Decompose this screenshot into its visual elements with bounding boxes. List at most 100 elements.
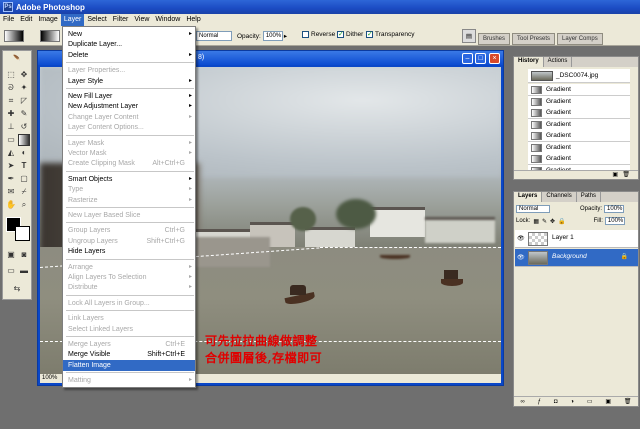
maximize-button[interactable]: □ bbox=[475, 53, 486, 64]
menu-select[interactable]: Select bbox=[84, 14, 109, 26]
hand-tool-icon[interactable]: ✋ bbox=[5, 199, 17, 211]
tab-paths[interactable]: Paths bbox=[577, 192, 602, 202]
history-state[interactable]: Gradient bbox=[528, 141, 630, 154]
shape-tool-icon[interactable]: ▢ bbox=[18, 173, 30, 185]
menu-view[interactable]: View bbox=[131, 14, 152, 26]
pen-tool-icon[interactable]: ✒ bbox=[5, 173, 17, 185]
magic-wand-icon[interactable]: ✦ bbox=[18, 82, 30, 94]
healing-brush-icon[interactable]: ✚ bbox=[5, 108, 17, 120]
menu-item-arrange[interactable]: Arrange ▸ bbox=[63, 262, 195, 273]
menu-item-new-layer-based-slice[interactable]: New Layer Based Slice bbox=[63, 210, 195, 221]
crop-tool-icon[interactable]: ⌗ bbox=[5, 95, 17, 107]
menu-item-align-layers-to-selection[interactable]: Align Layers To Selection ▸ bbox=[63, 272, 195, 283]
menu-item-select-linked-layers[interactable]: Select Linked Layers bbox=[63, 324, 195, 335]
opacity-input[interactable]: 100% bbox=[262, 31, 283, 41]
reverse-checkbox[interactable]: Reverse bbox=[302, 31, 335, 38]
new-layer-icon[interactable]: ▣ bbox=[605, 398, 611, 405]
tab-channels[interactable]: Channels bbox=[542, 192, 577, 202]
lock-all-icon[interactable]: 🔒 bbox=[558, 218, 565, 225]
zoom-tool-icon[interactable]: ⌕ bbox=[18, 199, 30, 211]
history-snapshot[interactable]: _DSC0074.jpg bbox=[528, 69, 630, 83]
blur-tool-icon[interactable]: ◭ bbox=[5, 147, 17, 159]
menu-file[interactable]: File bbox=[0, 14, 17, 26]
type-tool-icon[interactable]: T bbox=[18, 160, 30, 172]
adjustment-layer-icon[interactable]: ◑ bbox=[570, 399, 574, 405]
stamp-tool-icon[interactable]: ⊥ bbox=[5, 121, 17, 133]
eraser-tool-icon[interactable]: ▭ bbox=[5, 134, 17, 146]
menu-item-merge-layers[interactable]: Merge Layers Ctrl+E bbox=[63, 339, 195, 350]
visibility-eye-icon[interactable]: 👁 bbox=[517, 235, 525, 242]
menu-item-new[interactable]: New ▸ bbox=[63, 29, 195, 40]
layer-fill-input[interactable]: 100% bbox=[604, 217, 625, 225]
tab-actions[interactable]: Actions bbox=[544, 57, 573, 67]
file-browser-icon[interactable]: ▤ bbox=[462, 29, 476, 43]
well-tab-brushes[interactable]: Brushes bbox=[478, 33, 511, 45]
marquee-tool-icon[interactable]: ⬚ bbox=[5, 69, 17, 81]
history-state[interactable]: Gradient bbox=[528, 118, 630, 131]
menu-item-flatten-image[interactable]: Flatten Image bbox=[63, 359, 195, 371]
transparency-checkbox[interactable]: Transparency bbox=[366, 30, 415, 38]
background-color-swatch[interactable] bbox=[15, 226, 30, 241]
menu-window[interactable]: Window bbox=[152, 14, 183, 26]
trash-icon[interactable]: 🗑 bbox=[622, 171, 630, 178]
visibility-eye-icon[interactable]: 👁 bbox=[517, 254, 525, 261]
new-snapshot-icon[interactable]: ▣ bbox=[612, 171, 618, 178]
eyedropper-icon[interactable]: ⌿ bbox=[18, 186, 30, 198]
menu-item-change-layer-content[interactable]: Change Layer Content ▸ bbox=[63, 112, 195, 123]
notes-tool-icon[interactable]: ✉ bbox=[5, 186, 17, 198]
dither-checkbox[interactable]: Dither bbox=[337, 30, 363, 38]
lasso-tool-icon[interactable]: ᘐ bbox=[5, 82, 17, 94]
dodge-tool-icon[interactable]: ◐ bbox=[18, 147, 30, 159]
link-layers-icon[interactable]: ∞ bbox=[520, 399, 524, 405]
menu-item-group-layers[interactable]: Group Layers Ctrl+G bbox=[63, 225, 195, 236]
lock-paint-icon[interactable]: ✎ bbox=[542, 218, 547, 225]
menu-edit[interactable]: Edit bbox=[17, 14, 35, 26]
menu-item-matting[interactable]: Matting ▸ bbox=[63, 375, 195, 386]
menu-item-hide-layers[interactable]: Hide Layers bbox=[63, 246, 195, 257]
gradient-picker[interactable] bbox=[40, 30, 60, 42]
tab-layers[interactable]: Layers bbox=[514, 192, 543, 202]
tab-history[interactable]: History bbox=[514, 57, 544, 67]
slice-tool-icon[interactable]: ◸ bbox=[18, 95, 30, 107]
brush-tool-icon[interactable]: ✎ bbox=[18, 108, 30, 120]
lock-move-icon[interactable]: ✥ bbox=[550, 218, 555, 225]
menu-item-lock-all-layers-in-group[interactable]: Lock All Layers in Group... bbox=[63, 298, 195, 309]
history-state[interactable]: Gradient bbox=[528, 84, 630, 96]
menu-item-layer-properties[interactable]: Layer Properties... bbox=[63, 65, 195, 76]
menu-item-smart-objects[interactable]: Smart Objects ▸ bbox=[63, 174, 195, 185]
menu-item-distribute[interactable]: Distribute ▸ bbox=[63, 282, 195, 293]
mode-select[interactable]: Normal bbox=[196, 31, 232, 41]
full-screen-icon[interactable]: ▬ bbox=[18, 265, 30, 277]
menu-item-merge-visible[interactable]: Merge Visible Shift+Ctrl+E bbox=[63, 349, 195, 360]
lock-transparency-icon[interactable]: ▦ bbox=[533, 218, 539, 225]
menu-item-link-layers[interactable]: Link Layers bbox=[63, 313, 195, 324]
menu-item-layer-content-options[interactable]: Layer Content Options... bbox=[63, 122, 195, 133]
layer-style-icon[interactable]: ƒ bbox=[538, 399, 541, 405]
new-group-icon[interactable]: ▭ bbox=[587, 398, 593, 405]
well-tab-layer-comps[interactable]: Layer Comps bbox=[557, 33, 603, 45]
blend-mode-select[interactable]: Normal bbox=[516, 205, 550, 213]
history-state[interactable]: Gradient bbox=[528, 153, 630, 165]
menu-item-duplicate-layer[interactable]: Duplicate Layer... bbox=[63, 39, 195, 50]
history-state[interactable]: Gradient bbox=[528, 107, 630, 119]
minimize-button[interactable]: – bbox=[462, 53, 473, 64]
menu-filter[interactable]: Filter bbox=[110, 14, 132, 26]
menu-item-new-fill-layer[interactable]: New Fill Layer ▸ bbox=[63, 91, 195, 102]
quick-mask-icon[interactable]: ◙ bbox=[18, 249, 30, 261]
menu-item-layer-mask[interactable]: Layer Mask ▸ bbox=[63, 138, 195, 149]
gradient-tool-preset[interactable] bbox=[4, 30, 24, 42]
menu-item-new-adjustment-layer[interactable]: New Adjustment Layer ▸ bbox=[63, 101, 195, 112]
menu-item-layer-style[interactable]: Layer Style ▸ bbox=[63, 76, 195, 87]
well-tab-tool-presets[interactable]: Tool Presets bbox=[512, 33, 556, 45]
delete-layer-icon[interactable]: 🗑 bbox=[624, 398, 632, 405]
menu-item-rasterize[interactable]: Rasterize ▸ bbox=[63, 195, 195, 206]
opacity-arrow-icon[interactable]: ▸ bbox=[284, 32, 287, 40]
menu-help[interactable]: Help bbox=[183, 14, 203, 26]
gradient-tool-icon[interactable] bbox=[18, 134, 30, 146]
history-brush-icon[interactable]: ↺ bbox=[18, 121, 30, 133]
menu-item-ungroup-layers[interactable]: Ungroup Layers Shift+Ctrl+G bbox=[63, 236, 195, 247]
add-mask-icon[interactable]: ◘ bbox=[554, 399, 558, 405]
screen-mode-icon[interactable]: ▭ bbox=[5, 265, 17, 277]
history-state[interactable]: Gradient bbox=[528, 130, 630, 142]
standard-mode-icon[interactable]: ▣ bbox=[5, 249, 17, 261]
